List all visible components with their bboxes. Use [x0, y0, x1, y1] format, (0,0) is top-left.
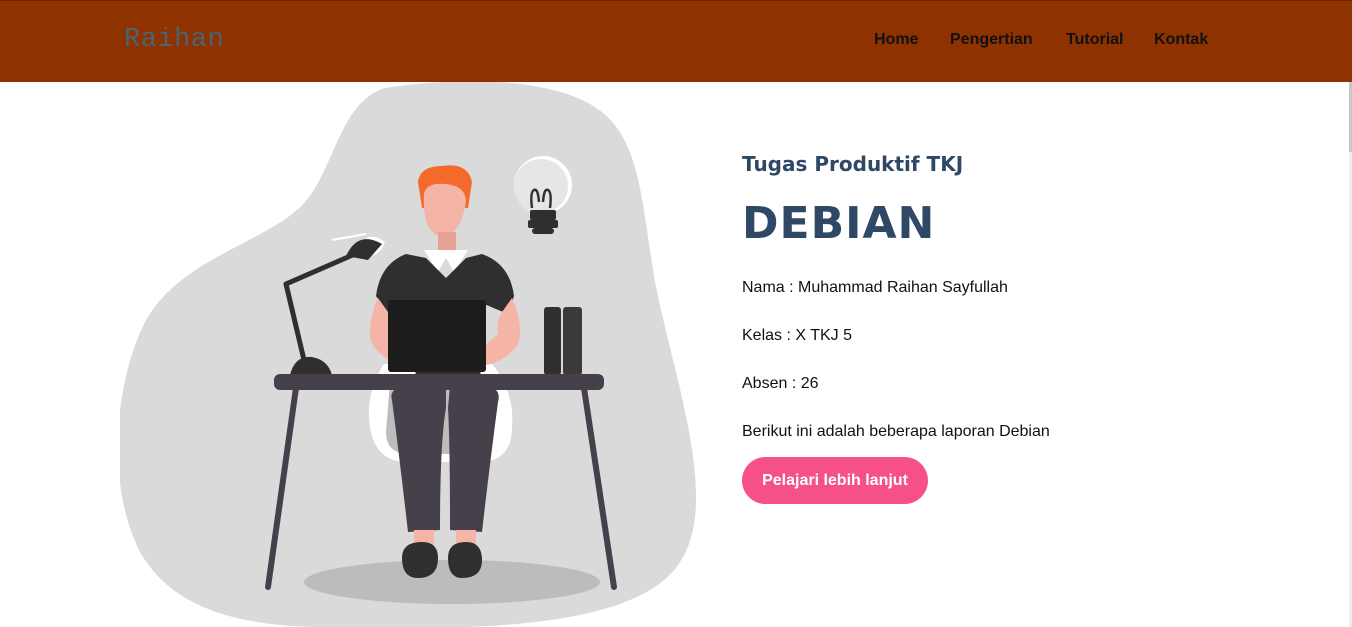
hero-subtitle: Tugas Produktif TKJ [742, 152, 964, 176]
navbar: Raihan Home Pengertian Tutorial Kontak [0, 0, 1352, 82]
student-name: Nama : Muhammad Raihan Sayfullah [742, 279, 1008, 296]
nav-link-pengertian[interactable]: Pengertian [950, 31, 1033, 49]
brand-logo[interactable]: Raihan [124, 25, 224, 55]
hero-illustration [120, 82, 697, 627]
report-description: Berikut ini adalah beberapa laporan Debi… [742, 423, 1050, 440]
nav-link-tutorial[interactable]: Tutorial [1066, 31, 1123, 49]
nav-link-home[interactable]: Home [874, 31, 918, 49]
student-class: Kelas : X TKJ 5 [742, 327, 852, 344]
nav-link-kontak[interactable]: Kontak [1154, 31, 1208, 49]
student-absence-number: Absen : 26 [742, 375, 819, 392]
learn-more-button[interactable]: Pelajari lebih lanjut [742, 457, 928, 504]
books-icon [544, 307, 582, 375]
hero-title: DEBIAN [742, 198, 936, 249]
